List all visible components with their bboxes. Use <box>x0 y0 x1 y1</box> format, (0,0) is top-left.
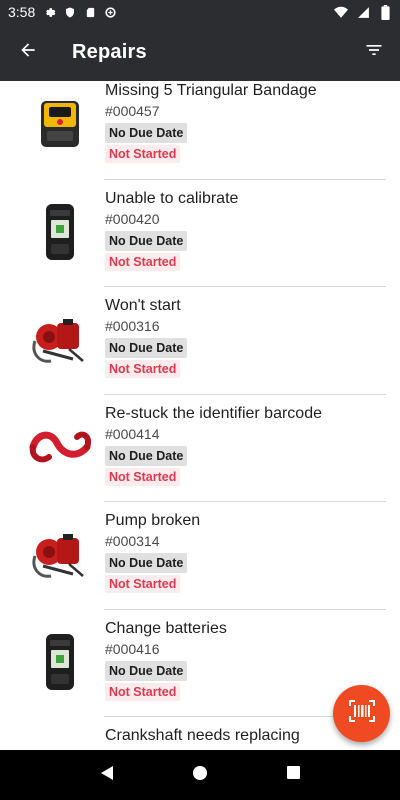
status-badge: Not Started <box>105 252 181 271</box>
signal-icon <box>356 5 370 19</box>
due-date-badge: No Due Date <box>105 123 188 143</box>
gas-detector-image <box>24 626 96 698</box>
app-bar: Repairs <box>0 24 400 81</box>
repair-item[interactable]: Pump broken #000314 No Due Date Not Star… <box>0 502 400 610</box>
repairs-list[interactable]: Missing 5 Triangular Bandage #000457 No … <box>0 81 400 750</box>
due-date-badge: No Due Date <box>105 445 188 466</box>
nav-recents-button[interactable] <box>273 755 313 795</box>
arrow-left-icon <box>18 40 38 65</box>
due-date-badge: No Due Date <box>105 553 188 573</box>
back-triangle-icon <box>99 765 115 786</box>
barcode-scan-icon <box>348 700 375 727</box>
recents-square-icon <box>286 765 301 785</box>
repair-item[interactable]: Won't start #000316 No Due Date Not Star… <box>0 287 400 395</box>
home-circle-icon <box>192 765 208 786</box>
status-time: 3:58 <box>8 4 36 20</box>
page-title: Repairs <box>72 41 147 63</box>
scan-barcode-button[interactable] <box>333 685 390 742</box>
repair-title: Unable to calibrate <box>105 189 239 207</box>
repair-code: #000416 <box>105 640 160 657</box>
aed-device-image <box>24 88 96 160</box>
due-date-badge: No Due Date <box>105 230 188 251</box>
repair-title: Missing 5 Triangular Bandage <box>105 82 317 99</box>
repair-item[interactable]: Missing 5 Triangular Bandage #000457 No … <box>0 81 400 180</box>
filter-icon <box>364 40 384 65</box>
data-saver-icon <box>103 5 117 19</box>
repair-code: #000316 <box>105 318 160 334</box>
repair-title: Change batteries <box>105 619 227 637</box>
repair-code: #000414 <box>105 425 160 442</box>
filter-button[interactable] <box>348 24 400 81</box>
repair-code: #000314 <box>105 533 160 549</box>
status-badge: Not Started <box>105 575 181 593</box>
sd-card-icon <box>83 5 97 19</box>
repair-title: Won't start <box>105 297 181 314</box>
status-badge: Not Started <box>105 360 181 378</box>
nav-back-button[interactable] <box>87 755 127 795</box>
nav-home-button[interactable] <box>180 755 220 795</box>
portable-pump-image <box>24 518 96 590</box>
due-date-badge: No Due Date <box>105 338 188 358</box>
status-badge: Not Started <box>105 682 181 701</box>
battery-icon <box>378 4 392 20</box>
wifi-icon <box>334 5 348 19</box>
status-badge: Not Started <box>105 467 181 486</box>
gear-icon <box>43 5 57 19</box>
status-notification-icons <box>43 5 117 19</box>
lifting-sling-image <box>24 411 96 483</box>
shield-icon <box>63 5 77 19</box>
repair-code: #000457 <box>105 103 160 119</box>
back-button[interactable] <box>0 24 56 81</box>
status-system-icons <box>334 4 392 20</box>
status-badge: Not Started <box>105 145 181 163</box>
repair-item[interactable]: Re-stuck the identifier barcode #000414 … <box>0 395 400 503</box>
gas-detector-image <box>24 196 96 268</box>
repair-code: #000420 <box>105 210 160 227</box>
system-nav-bar <box>0 750 400 800</box>
repair-item[interactable]: Unable to calibrate #000420 No Due Date … <box>0 180 400 288</box>
due-date-badge: No Due Date <box>105 660 188 681</box>
repair-title: Pump broken <box>105 512 201 529</box>
status-bar: 3:58 <box>0 0 400 24</box>
portable-pump-image <box>24 303 96 375</box>
repair-title: Re-stuck the identifier barcode <box>105 404 322 422</box>
